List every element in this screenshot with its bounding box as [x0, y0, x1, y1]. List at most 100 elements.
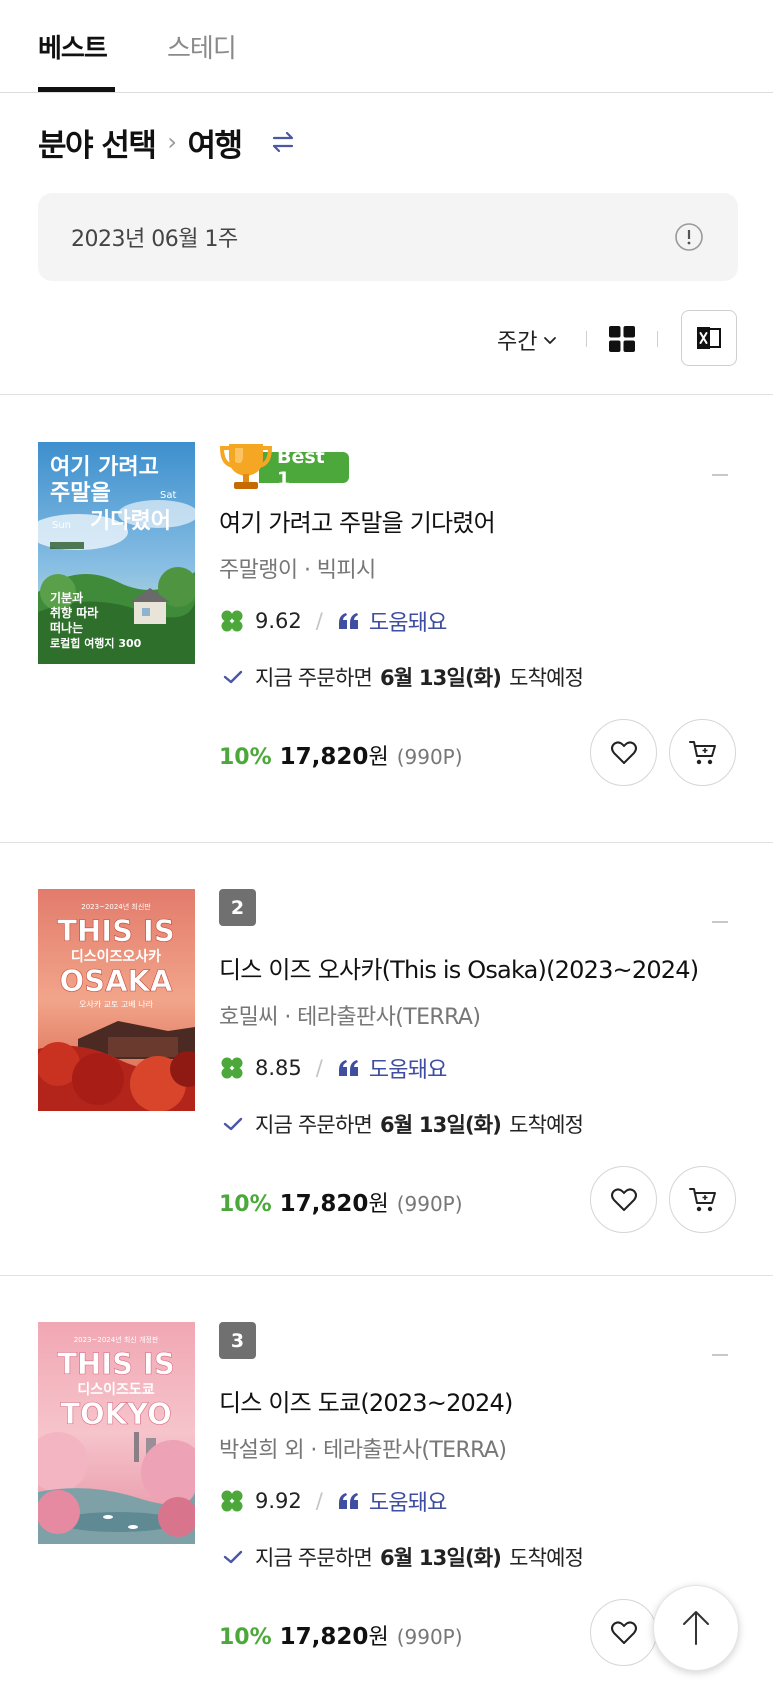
- cart-icon: [688, 1187, 716, 1211]
- info-icon[interactable]: [674, 222, 704, 252]
- rank-badge: 3: [219, 1322, 256, 1359]
- book-title[interactable]: 디스 이즈 도쿄(2023~2024): [219, 1383, 513, 1418]
- price-row: 10% 17,820 원 (990P): [219, 1186, 463, 1218]
- discount-rate: 10%: [219, 745, 272, 770]
- delivery-suffix: 도착예정: [509, 1546, 584, 1570]
- reward-points: (990P): [396, 745, 463, 769]
- cover-image: 2023~2024년 최신판 THIS IS 디스이즈오사카 OSAKA 오사카…: [38, 889, 195, 1111]
- delivery-prefix: 지금 주문하면: [255, 666, 373, 690]
- book-list-item[interactable]: 여기 가려고 주말을 기다렸어 Sat Sun 기분과 취향 따라 떠나는 로컬…: [0, 396, 773, 828]
- cover-title-line: THIS IS: [57, 1347, 175, 1381]
- book-author[interactable]: 주말랭이 · 빅피시: [219, 552, 376, 584]
- quote-icon: [338, 613, 358, 629]
- scroll-to-top-button[interactable]: [653, 1585, 739, 1671]
- cover-edition: 2023~2024년 최신판: [81, 902, 151, 911]
- cover-subtitle: 기분과: [50, 590, 83, 605]
- cover-title-line: 디스이즈도쿄: [77, 1381, 154, 1398]
- delivery-date: 6월 13일(화): [380, 1113, 502, 1137]
- quote-icon: [338, 1060, 358, 1076]
- tab-bar: 베스트 스테디: [0, 0, 773, 93]
- add-to-cart-button[interactable]: [669, 1166, 736, 1233]
- grid-view-icon[interactable]: [607, 324, 637, 354]
- check-icon: [223, 1117, 243, 1131]
- book-title[interactable]: 여기 가려고 주말을 기다렸어: [219, 503, 496, 538]
- wishlist-button[interactable]: [590, 1599, 657, 1666]
- clover-icon: [221, 610, 243, 632]
- week-label: 2023년 06월 1주: [71, 227, 238, 252]
- cover-subtitle: 오사카 교토 고베 나라: [79, 1000, 154, 1009]
- wishlist-button[interactable]: [590, 1166, 657, 1233]
- delivery-date: 6월 13일(화): [380, 1546, 502, 1570]
- rating-score: 8.85: [255, 1056, 302, 1080]
- clover-icon: [221, 1057, 243, 1079]
- rating-row: 9.62 / 도움돼요: [219, 606, 447, 636]
- helpful-review-link[interactable]: 도움돼요: [369, 605, 448, 637]
- active-tab-indicator: [38, 87, 115, 92]
- book-list-item[interactable]: 2023~2024년 최신판 THIS IS 디스이즈오사카 OSAKA 오사카…: [0, 843, 773, 1275]
- cover-image: 여기 가려고 주말을 기다렸어 Sat Sun 기분과 취향 따라 떠나는 로컬…: [38, 442, 195, 664]
- more-options-icon[interactable]: [712, 921, 728, 923]
- wishlist-button[interactable]: [590, 719, 657, 786]
- cover-title-line: 여기 가려고: [50, 455, 159, 480]
- more-options-icon[interactable]: [712, 474, 728, 476]
- list-toolbar: 주간: [0, 310, 773, 366]
- heart-icon: [610, 740, 637, 764]
- helpful-review-link[interactable]: 도움돼요: [369, 1485, 448, 1517]
- price-row: 10% 17,820 원 (990P): [219, 1619, 463, 1651]
- week-selector[interactable]: 2023년 06월 1주: [38, 193, 738, 281]
- best-badge: Best 1: [219, 436, 349, 492]
- reward-points: (990P): [396, 1625, 463, 1649]
- cart-icon: [688, 740, 716, 764]
- sale-price: 17,820: [279, 744, 369, 770]
- rating-score: 9.62: [255, 609, 302, 633]
- add-to-cart-button[interactable]: [669, 719, 736, 786]
- breadcrumb: 분야 선택 › 여행: [38, 120, 298, 165]
- cover-image: 2023~2024년 최신 개정판 THIS IS 디스이즈도쿄 TOKYO: [38, 1322, 195, 1544]
- more-options-icon[interactable]: [712, 1354, 728, 1356]
- period-label: 주간: [497, 330, 538, 355]
- delivery-suffix: 도착예정: [509, 1113, 584, 1137]
- currency-unit: 원: [368, 1192, 389, 1217]
- current-category: 여행: [187, 127, 243, 164]
- cover-title-line: OSAKA: [60, 964, 173, 998]
- tab-steady[interactable]: 스테디: [167, 28, 237, 65]
- quote-icon: [338, 1493, 358, 1509]
- delivery-suffix: 도착예정: [509, 666, 584, 690]
- heart-icon: [610, 1620, 637, 1644]
- delivery-prefix: 지금 주문하면: [255, 1546, 373, 1570]
- cover-subtitle: 취향 따라: [50, 605, 98, 620]
- category-select-link[interactable]: 분야 선택: [38, 120, 157, 165]
- delivery-estimate: 지금 주문하면 6월 13일(화) 도착예정: [219, 1542, 584, 1572]
- check-icon: [223, 1550, 243, 1564]
- cover-tag: Sun: [52, 520, 71, 531]
- reward-points: (990P): [396, 1192, 463, 1216]
- toolbar-divider: [657, 331, 658, 347]
- trophy-icon: [219, 444, 273, 489]
- cover-tag: Sat: [160, 490, 176, 501]
- rating-score: 9.92: [255, 1489, 302, 1513]
- delivery-date: 6월 13일(화): [380, 666, 502, 690]
- discount-rate: 10%: [219, 1192, 272, 1217]
- discount-rate: 10%: [219, 1625, 272, 1650]
- period-dropdown[interactable]: 주간: [497, 324, 557, 356]
- book-author[interactable]: 박설희 외 · 테라출판사(TERRA): [219, 1432, 507, 1464]
- book-cover[interactable]: 여기 가려고 주말을 기다렸어 Sat Sun 기분과 취향 따라 떠나는 로컬…: [38, 442, 195, 664]
- tab-best[interactable]: 베스트: [38, 28, 108, 65]
- arrow-up-icon: [683, 1611, 709, 1645]
- chevron-down-icon: [544, 337, 557, 344]
- swap-icon[interactable]: [268, 127, 298, 157]
- excel-download-button[interactable]: [681, 310, 737, 366]
- cover-title-line: 디스이즈오사카: [71, 948, 161, 965]
- book-cover[interactable]: 2023~2024년 최신판 THIS IS 디스이즈오사카 OSAKA 오사카…: [38, 889, 195, 1111]
- currency-unit: 원: [368, 745, 389, 770]
- cover-subtitle: 로컬힙 여행지 300: [50, 636, 142, 650]
- book-cover[interactable]: 2023~2024년 최신 개정판 THIS IS 디스이즈도쿄 TOKYO: [38, 1322, 195, 1544]
- cover-title-line: 주말을: [50, 481, 111, 506]
- cover-subtitle: 떠나는: [50, 620, 83, 635]
- delivery-prefix: 지금 주문하면: [255, 1113, 373, 1137]
- heart-icon: [610, 1187, 637, 1211]
- book-title[interactable]: 디스 이즈 오사카(This is Osaka)(2023~2024): [219, 950, 699, 985]
- delivery-estimate: 지금 주문하면 6월 13일(화) 도착예정: [219, 1109, 584, 1139]
- book-author[interactable]: 호밀씨 · 테라출판사(TERRA): [219, 999, 481, 1031]
- helpful-review-link[interactable]: 도움돼요: [369, 1052, 448, 1084]
